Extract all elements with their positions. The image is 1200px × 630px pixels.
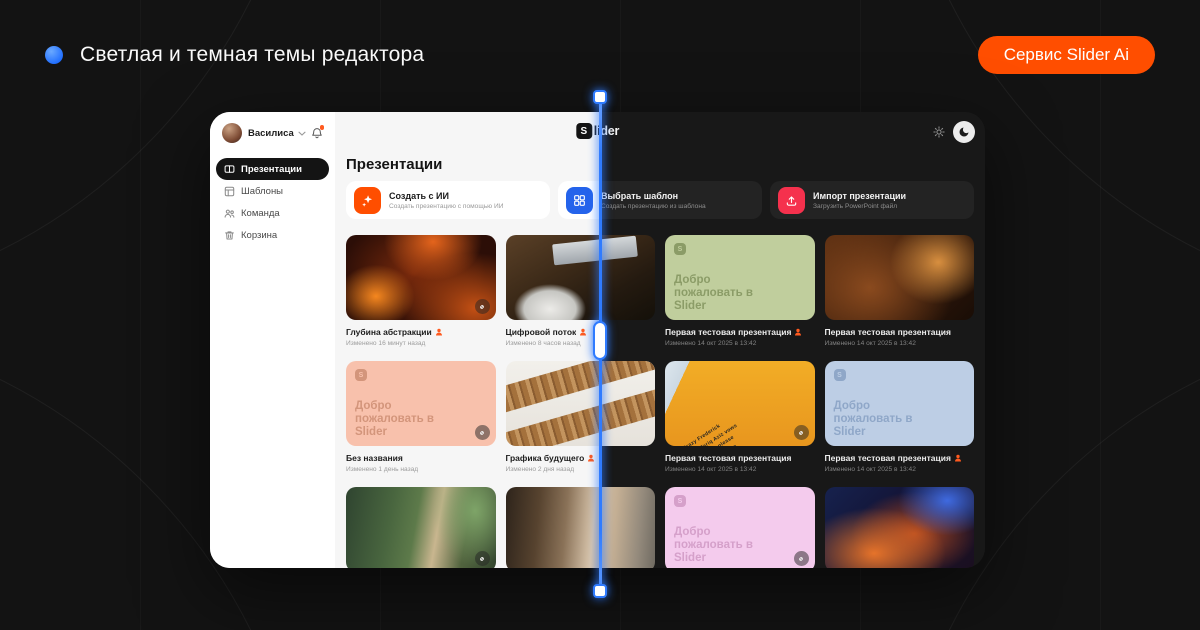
presentation-card[interactable]: S Добро пожаловать в Slider [665, 487, 815, 568]
link-icon [794, 425, 809, 440]
accent-dot [45, 46, 63, 64]
create-with-ai-card[interactable]: Создать с ИИ Создать презентацию с помощ… [346, 181, 550, 219]
link-icon [794, 551, 809, 566]
link-icon [475, 551, 490, 566]
divider-handle-top[interactable] [593, 90, 607, 104]
thumbnail-welcome-pink: S Добро пожаловать в Slider [665, 487, 815, 568]
divider-handle-middle[interactable] [593, 321, 607, 360]
sidebar-item-label: Команда [241, 208, 280, 219]
welcome-text: Добро пожаловать в Slider [674, 274, 754, 313]
thumbnail-abstract-flame [825, 487, 975, 568]
thumbnail-green-interior [346, 487, 496, 568]
bell-icon[interactable] [311, 127, 323, 139]
card-title: Цифровой поток [506, 327, 577, 337]
thumbnail-welcome-blue: S Добро пожаловать в Slider [825, 361, 975, 446]
notification-dot [320, 125, 325, 130]
presentation-card[interactable]: Первая тестовая презентация Изменено 14 … [825, 235, 975, 347]
shared-person-icon [794, 328, 802, 336]
link-icon [475, 425, 490, 440]
user-menu[interactable]: Василиса [210, 112, 335, 144]
page-title: Светлая и темная темы редактора [80, 43, 424, 67]
card-title: Глубина абстракции [346, 327, 432, 337]
presentations-icon [224, 164, 235, 175]
slider-mark-icon: S [355, 369, 367, 381]
divider-handle-bottom[interactable] [593, 584, 607, 598]
shared-person-icon [435, 328, 443, 336]
shared-person-icon [579, 328, 587, 336]
page: Светлая и темная темы редактора Сервис S… [0, 0, 1200, 630]
dark-theme-button[interactable] [953, 121, 975, 143]
sidebar-item-team[interactable]: Команда [216, 202, 329, 224]
decorative-line [1100, 0, 1101, 630]
presentation-card[interactable] [346, 487, 496, 568]
avatar [222, 123, 242, 143]
card-title: Первая тестовая презентация [825, 453, 951, 463]
template-grid-icon [566, 187, 593, 214]
card-meta: Изменено 14 окт 2025 в 13:42 [825, 340, 975, 347]
card-title: Графика будущего [506, 453, 585, 463]
card-title: Без названия [346, 453, 403, 463]
welcome-text: Добро пожаловать в Slider [355, 400, 435, 439]
sidebar-item-trash[interactable]: Корзина [216, 224, 329, 246]
sidebar-item-label: Корзина [241, 230, 277, 241]
shared-person-icon [954, 454, 962, 462]
presentation-card[interactable]: S Добро пожаловать в Slider Первая тесто… [665, 235, 815, 347]
thumbnail-abstract-orange [346, 235, 496, 320]
sidebar-item-templates[interactable]: Шаблоны [216, 180, 329, 202]
ai-sparkle-icon [354, 187, 381, 214]
light-theme-button[interactable] [928, 121, 950, 143]
card-title: Первая тестовая презентация [665, 453, 791, 463]
welcome-text: Добро пожаловать в Slider [834, 400, 914, 439]
presentation-card[interactable]: Crazy Frederick Foxy Tariq Aziz vows Wou… [665, 361, 815, 473]
presentation-card[interactable] [825, 487, 975, 568]
card-meta: Изменено 16 минут назад [346, 340, 496, 347]
presentation-card[interactable]: S Добро пожаловать в Slider Первая тесто… [825, 361, 975, 473]
thumbnail-welcome-green: S Добро пожаловать в Slider [665, 235, 815, 320]
presentation-card[interactable]: Глубина абстракции Изменено 16 минут наз… [346, 235, 496, 347]
card-title: Первая тестовая презентация [825, 327, 951, 337]
welcome-text: Добро пожаловать в Slider [674, 526, 754, 565]
templates-icon [224, 186, 235, 197]
import-presentation-card[interactable]: Импорт презентации Загрузить PowerPoint … [770, 181, 974, 219]
trash-icon [224, 230, 235, 241]
action-title: Импорт презентации [813, 191, 906, 201]
team-icon [224, 208, 235, 219]
user-name: Василиса [248, 128, 294, 139]
action-title: Выбрать шаблон [601, 191, 706, 201]
slider-mark-icon: S [674, 243, 686, 255]
card-title: Первая тестовая презентация [665, 327, 791, 337]
decorative-line [140, 0, 141, 630]
thumbnail-welcome-salmon: S Добро пожаловать в Slider [346, 361, 496, 446]
shared-person-icon [587, 454, 595, 462]
card-meta: Изменено 1 день назад [346, 466, 496, 473]
sidebar-nav: Презентации Шаблоны Команда Корзина [210, 158, 335, 246]
moon-icon [958, 126, 970, 138]
presentation-card[interactable]: S Добро пожаловать в Slider Без названия… [346, 361, 496, 473]
slider-mark-icon: S [834, 369, 846, 381]
logo-mark: S [576, 123, 592, 139]
action-title: Создать с ИИ [389, 191, 503, 201]
sun-icon [933, 126, 945, 138]
slider-mark-icon: S [674, 495, 686, 507]
sidebar-item-presentations[interactable]: Презентации [216, 158, 329, 180]
chevron-down-icon [298, 131, 306, 136]
topbar: Светлая и темная темы редактора Сервис S… [45, 36, 1155, 74]
sidebar-item-label: Шаблоны [241, 186, 283, 197]
theme-toggle [928, 121, 975, 143]
action-subtitle: Загрузить PowerPoint файл [813, 203, 906, 210]
import-icon [778, 187, 805, 214]
card-meta: Изменено 14 окт 2025 в 13:42 [825, 466, 975, 473]
action-subtitle: Создать презентацию из шаблона [601, 203, 706, 210]
sidebar-item-label: Презентации [241, 164, 302, 175]
sidebar: Василиса Презентации [210, 112, 335, 568]
service-button[interactable]: Сервис Slider Ai [978, 36, 1155, 74]
card-meta: Изменено 14 окт 2025 в 13:42 [665, 466, 815, 473]
action-subtitle: Создать презентацию с помощью ИИ [389, 203, 503, 210]
thumbnail-person-laptop [825, 235, 975, 320]
thumbnail-jazz-poster: Crazy Frederick Foxy Tariq Aziz vows Wou… [665, 361, 815, 446]
card-meta: Изменено 14 окт 2025 в 13:42 [665, 340, 815, 347]
link-icon [475, 299, 490, 314]
